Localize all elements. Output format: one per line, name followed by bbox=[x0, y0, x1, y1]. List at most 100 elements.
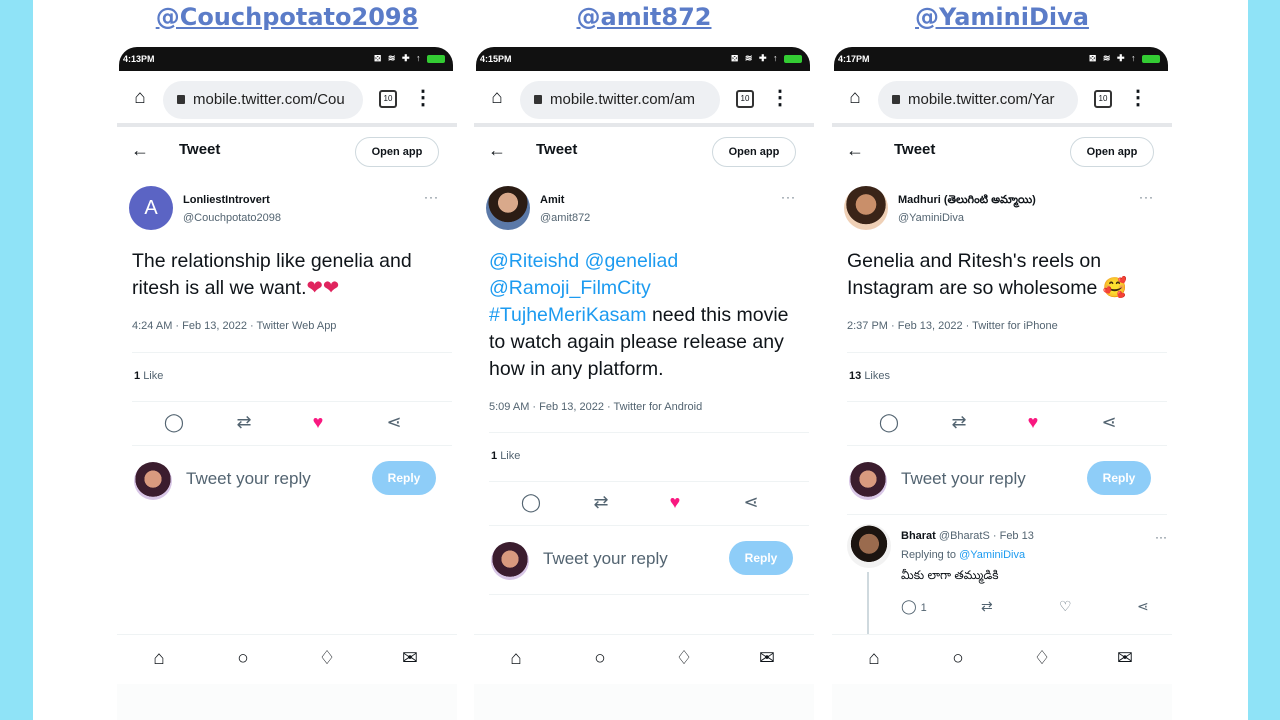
reply-input[interactable]: Tweet your reply bbox=[186, 469, 311, 489]
mention-link[interactable]: @geneliad bbox=[585, 250, 679, 272]
divider bbox=[489, 594, 809, 595]
tweet-timestamp[interactable]: 5:09 AM · Feb 13, 2022 · Twitter for And… bbox=[489, 401, 702, 413]
author-handle[interactable]: @YaminiDiva bbox=[898, 212, 964, 224]
mention-link[interactable]: @Ramoji_FilmCity bbox=[489, 277, 651, 299]
reply-button[interactable]: Reply bbox=[729, 541, 793, 575]
heart-icon[interactable]: ♡ bbox=[1059, 598, 1072, 615]
avatar bbox=[491, 542, 529, 580]
comment-icon[interactable]: ◯ bbox=[877, 411, 901, 433]
more-options-icon[interactable]: ··· bbox=[1139, 190, 1154, 204]
browser-menu-icon[interactable]: ⋮ bbox=[770, 86, 790, 110]
tab-count-icon[interactable]: 10 bbox=[1094, 90, 1112, 108]
tab-count-icon[interactable]: 10 bbox=[736, 90, 754, 108]
thread-line bbox=[867, 572, 869, 634]
comment-icon[interactable]: ◯ bbox=[162, 411, 186, 433]
status-icons: ⊠ ≋ ✚ ↑ bbox=[374, 53, 445, 64]
reply-input[interactable]: Tweet your reply bbox=[543, 549, 668, 569]
mention-link[interactable]: @YaminiDiva bbox=[959, 549, 1025, 561]
retweet-icon[interactable]: ⇄ bbox=[232, 411, 256, 433]
back-arrow-icon[interactable]: ← bbox=[846, 140, 864, 160]
tweet-author[interactable]: A LonliestIntrovert @Couchpotato2098 ··· bbox=[129, 186, 439, 234]
panel-bottom bbox=[832, 684, 1172, 720]
tweet-text: Genelia and Ritesh's reels on Instagram … bbox=[847, 250, 1128, 299]
status-icons: ⊠ ≋ ✚ ↑ bbox=[1089, 53, 1160, 64]
hashtag-link[interactable]: #TujheMeriKasam bbox=[489, 304, 647, 326]
lock-icon bbox=[534, 94, 542, 104]
status-bar: 4:15PM ⊠ ≋ ✚ ↑ bbox=[476, 47, 810, 71]
reply-author[interactable]: Bharat @BharatS · Feb 13 bbox=[901, 530, 1034, 542]
avatar[interactable] bbox=[486, 186, 530, 230]
avatar[interactable]: A bbox=[129, 186, 173, 230]
open-app-button[interactable]: Open app bbox=[355, 137, 439, 167]
share-icon[interactable]: ⋖ bbox=[1137, 598, 1149, 615]
likes-count[interactable]: 13 Likes bbox=[849, 370, 890, 382]
reply-tweet[interactable]: Bharat @BharatS · Feb 13 ··· Replying to… bbox=[847, 524, 1167, 634]
comment-icon[interactable]: ◯ 1 bbox=[901, 598, 927, 615]
battery-icon bbox=[427, 54, 445, 63]
mail-icon[interactable]: ✉ bbox=[755, 648, 779, 670]
heart-icon[interactable]: ♥ bbox=[1021, 411, 1045, 433]
bell-icon[interactable]: ♢ bbox=[315, 648, 339, 670]
home-icon[interactable]: ⌂ bbox=[504, 648, 528, 670]
author-name[interactable]: LonliestIntrovert bbox=[183, 194, 270, 206]
browser-menu-icon[interactable]: ⋮ bbox=[1128, 86, 1148, 110]
more-options-icon[interactable]: ··· bbox=[781, 190, 796, 204]
search-icon[interactable]: ○ bbox=[231, 648, 255, 670]
reply-input[interactable]: Tweet your reply bbox=[901, 469, 1026, 489]
retweet-icon[interactable]: ⇄ bbox=[947, 411, 971, 433]
url-field[interactable]: mobile.twitter.com/am bbox=[520, 81, 720, 119]
search-icon[interactable]: ○ bbox=[588, 648, 612, 670]
back-arrow-icon[interactable]: ← bbox=[488, 140, 506, 160]
bell-icon[interactable]: ♢ bbox=[1030, 648, 1054, 670]
back-arrow-icon[interactable]: ← bbox=[131, 140, 149, 160]
comment-icon[interactable]: ◯ bbox=[519, 491, 543, 513]
share-icon[interactable]: ⋖ bbox=[1097, 411, 1121, 433]
avatar[interactable] bbox=[844, 186, 888, 230]
share-icon[interactable]: ⋖ bbox=[382, 411, 406, 433]
likes-count[interactable]: 1 Like bbox=[491, 450, 520, 462]
browser-home-icon[interactable]: ⌂ bbox=[486, 87, 508, 109]
author-name[interactable]: Amit bbox=[540, 194, 564, 206]
mail-icon[interactable]: ✉ bbox=[398, 648, 422, 670]
tweet-author[interactable]: Madhuri (తెలుగింటి అమ్మాయి) @YaminiDiva … bbox=[844, 186, 1154, 234]
reply-button[interactable]: Reply bbox=[1087, 461, 1151, 495]
heart-icon[interactable]: ♥ bbox=[306, 411, 330, 433]
url-field[interactable]: mobile.twitter.com/Cou bbox=[163, 81, 363, 119]
panel-handle-title: @YaminiDiva bbox=[915, 3, 1089, 31]
home-icon[interactable]: ⌂ bbox=[862, 648, 886, 670]
page-canvas: @Couchpotato2098 4:13PM ⊠ ≋ ✚ ↑ ⌂ mobile… bbox=[33, 0, 1248, 720]
status-bar: 4:17PM ⊠ ≋ ✚ ↑ bbox=[834, 47, 1168, 71]
retweet-icon[interactable]: ⇄ bbox=[589, 491, 613, 513]
avatar[interactable] bbox=[847, 524, 891, 568]
browser-menu-icon[interactable]: ⋮ bbox=[413, 86, 433, 110]
likes-count[interactable]: 1 Like bbox=[134, 370, 163, 382]
share-icon[interactable]: ⋖ bbox=[739, 491, 763, 513]
tab-count-icon[interactable]: 10 bbox=[379, 90, 397, 108]
divider bbox=[132, 445, 452, 446]
open-app-button[interactable]: Open app bbox=[712, 137, 796, 167]
mail-icon[interactable]: ✉ bbox=[1113, 648, 1137, 670]
bell-icon[interactable]: ♢ bbox=[672, 648, 696, 670]
tweet-header: ← Tweet Open app bbox=[832, 127, 1172, 175]
mention-link[interactable]: @Riteishd bbox=[489, 250, 579, 272]
browser-url-bar: ⌂ mobile.twitter.com/Cou 10 ⋮ bbox=[117, 73, 457, 127]
reply-count: 1 bbox=[920, 602, 927, 614]
phone-panel-2: @amit872 4:15PM ⊠ ≋ ✚ ↑ ⌂ mobile.twitter… bbox=[474, 0, 814, 720]
author-handle[interactable]: @amit872 bbox=[540, 212, 590, 224]
more-options-icon[interactable]: ··· bbox=[1155, 530, 1167, 544]
home-icon[interactable]: ⌂ bbox=[147, 648, 171, 670]
author-name[interactable]: Madhuri (తెలుగింటి అమ్మాయి) bbox=[898, 194, 1036, 209]
search-icon[interactable]: ○ bbox=[946, 648, 970, 670]
tweet-timestamp[interactable]: 2:37 PM · Feb 13, 2022 · Twitter for iPh… bbox=[847, 320, 1058, 332]
retweet-icon[interactable]: ⇄ bbox=[981, 598, 993, 615]
tweet-timestamp[interactable]: 4:24 AM · Feb 13, 2022 · Twitter Web App bbox=[132, 320, 336, 332]
url-field[interactable]: mobile.twitter.com/Yar bbox=[878, 81, 1078, 119]
tweet-author[interactable]: Amit @amit872 ··· bbox=[486, 186, 796, 234]
reply-button[interactable]: Reply bbox=[372, 461, 436, 495]
browser-home-icon[interactable]: ⌂ bbox=[129, 87, 151, 109]
author-handle[interactable]: @Couchpotato2098 bbox=[183, 212, 281, 224]
open-app-button[interactable]: Open app bbox=[1070, 137, 1154, 167]
more-options-icon[interactable]: ··· bbox=[424, 190, 439, 204]
browser-home-icon[interactable]: ⌂ bbox=[844, 87, 866, 109]
heart-icon[interactable]: ♥ bbox=[663, 491, 687, 513]
